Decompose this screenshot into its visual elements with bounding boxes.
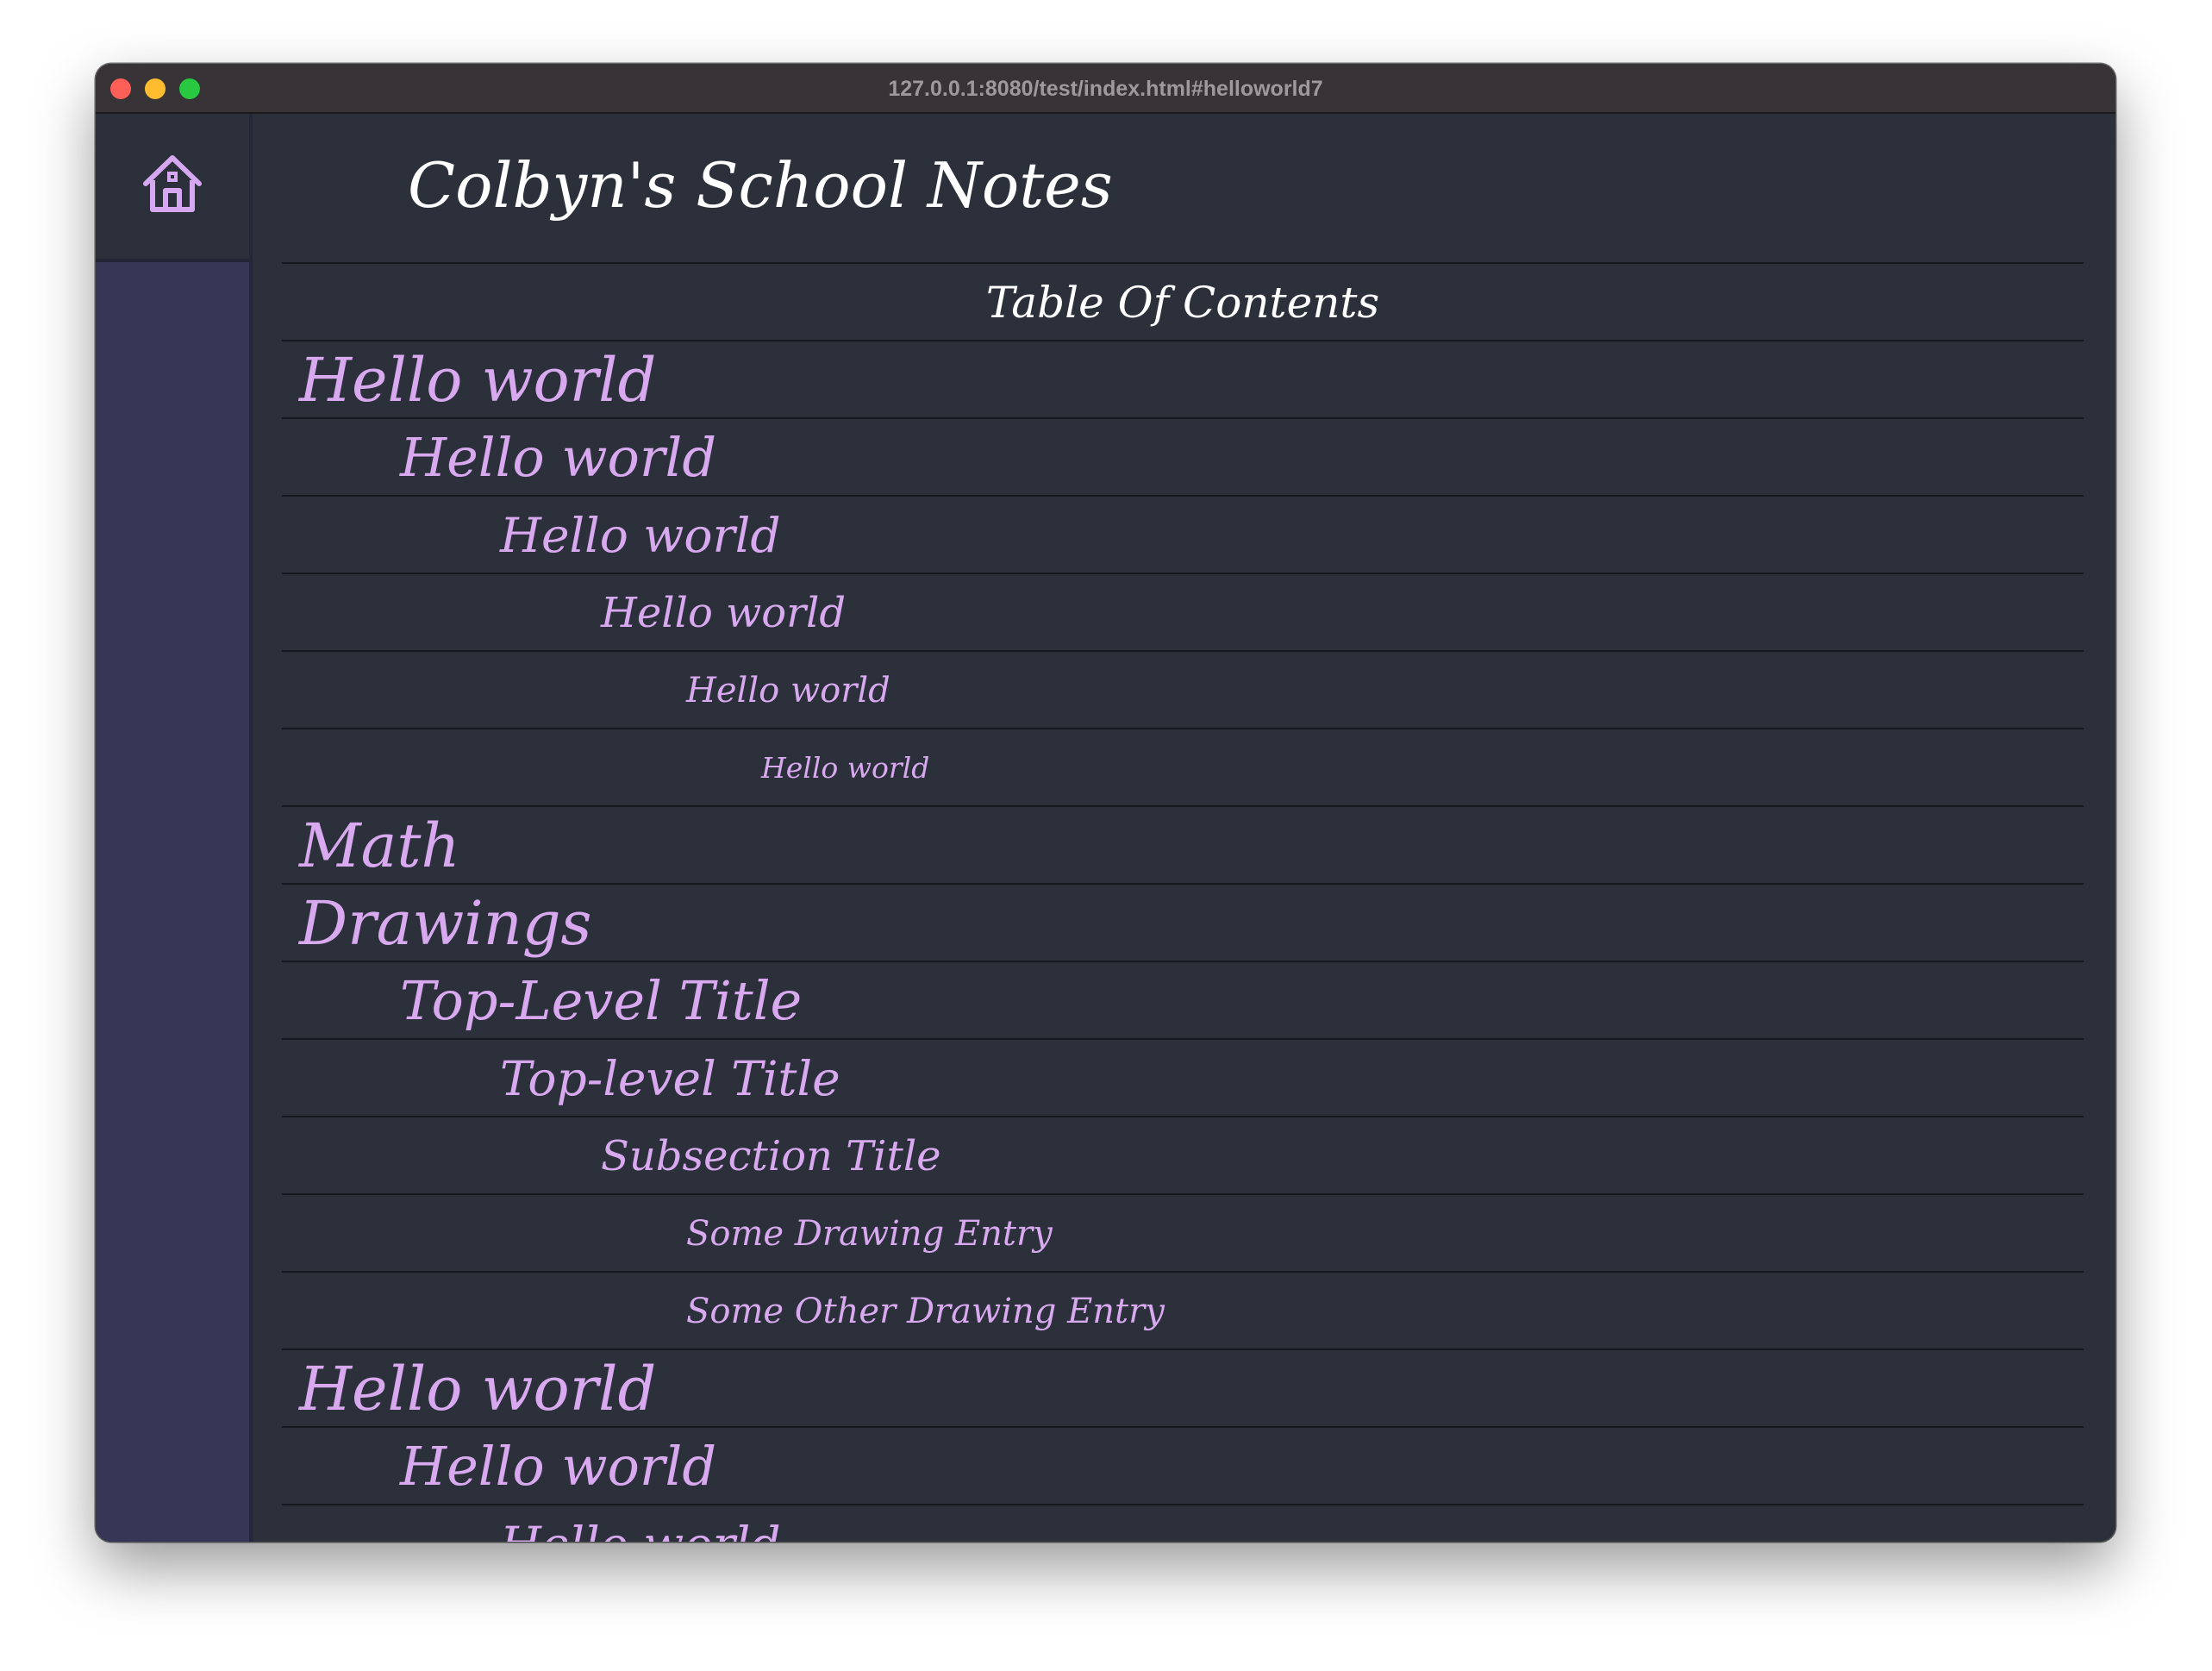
toc-link[interactable]: Hello world	[282, 340, 2084, 417]
main-content: Colbyn's School Notes Table Of Contents …	[253, 114, 2115, 1542]
home-button[interactable]	[96, 114, 249, 262]
table-of-contents: Table Of Contents Hello world Hello world…	[282, 262, 2084, 1542]
toc-link[interactable]: Hello world	[282, 650, 2084, 728]
toc-link[interactable]: Hello world	[282, 495, 2084, 573]
toc-link[interactable]: Hello world	[282, 573, 2084, 650]
browser-window: 127.0.0.1:8080/test/index.html#helloworl…	[96, 64, 2115, 1542]
toc-link[interactable]: Top-Level Title	[282, 961, 2084, 1038]
toc-list: Hello world Hello world Hello world Hello w…	[282, 340, 2084, 1542]
page-title: Colbyn's School Notes	[408, 149, 1113, 222]
toc-link[interactable]: Hello world	[282, 417, 2084, 495]
home-icon	[143, 155, 202, 212]
sidebar	[96, 114, 253, 1542]
toc-link[interactable]: Math	[282, 805, 2084, 883]
toc-link[interactable]: Subsection Title	[282, 1116, 2084, 1193]
window-titlebar: 127.0.0.1:8080/test/index.html#helloworl…	[96, 64, 2115, 114]
window-url: 127.0.0.1:8080/test/index.html#helloworl…	[888, 77, 1323, 101]
toc-link[interactable]: Hello world	[282, 1504, 2084, 1542]
toc-link[interactable]: Hello world	[282, 1426, 2084, 1504]
toc-link[interactable]: Hello world	[282, 728, 2084, 805]
toc-heading: Table Of Contents	[282, 262, 2084, 340]
toc-link[interactable]: Top-level Title	[282, 1038, 2084, 1116]
toc-link[interactable]: Drawings	[282, 883, 2084, 961]
toc-link[interactable]: Some Drawing Entry	[282, 1193, 2084, 1271]
toc-link[interactable]: Hello world	[282, 1349, 2084, 1426]
toc-link[interactable]: Some Other Drawing Entry	[282, 1271, 2084, 1349]
